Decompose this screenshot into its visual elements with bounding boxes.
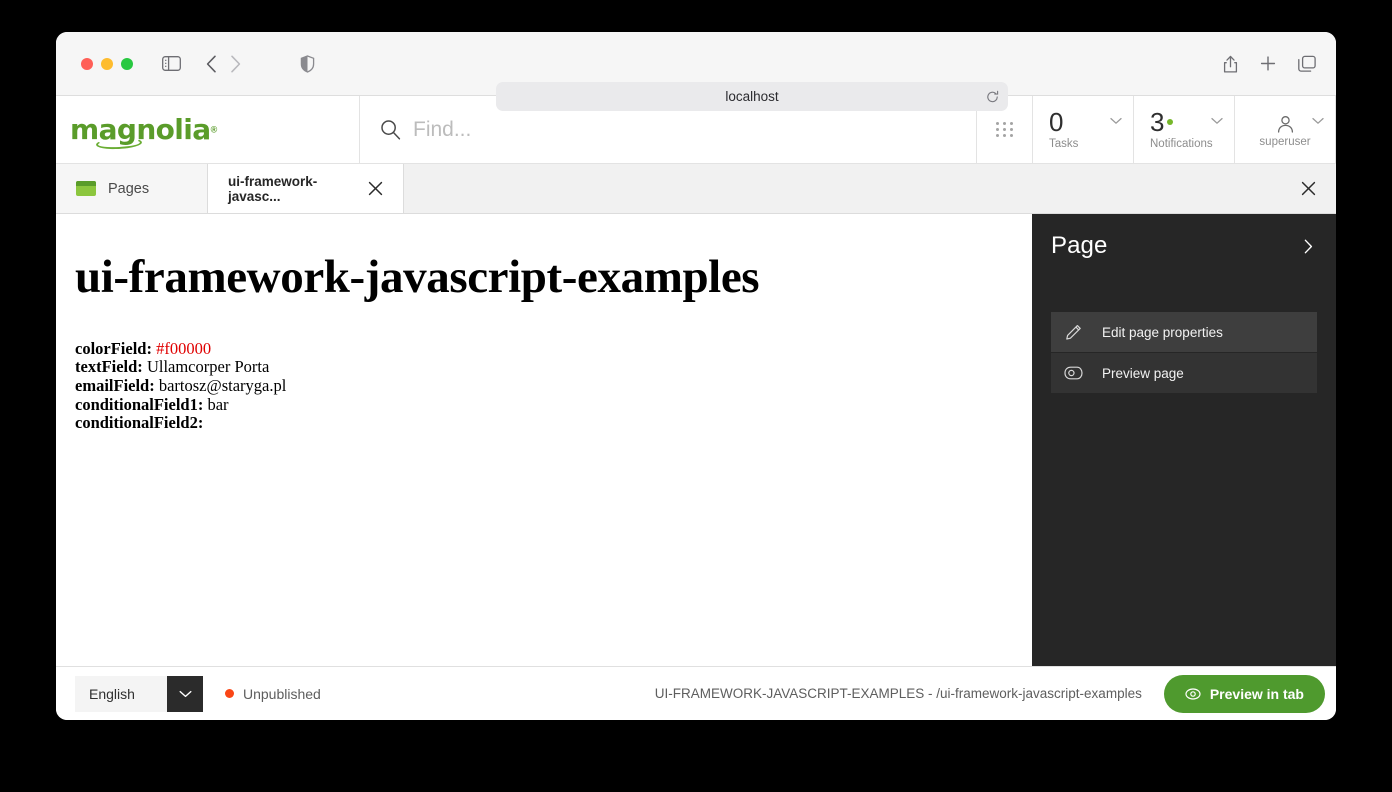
status-badge: Unpublished xyxy=(243,686,321,702)
page-actions-panel: Page Edit page properties xyxy=(1032,214,1336,666)
field-row: textField: Ullamcorper Porta xyxy=(75,358,1032,377)
edit-page-properties-label: Edit page properties xyxy=(1102,325,1223,340)
field-label: conditionalField2: xyxy=(75,413,203,432)
back-arrow-icon[interactable] xyxy=(206,55,217,73)
notifications-label: Notifications xyxy=(1150,138,1234,150)
field-value: #f00000 xyxy=(156,339,211,358)
search-icon xyxy=(380,119,401,140)
zoom-window-button[interactable] xyxy=(121,58,133,70)
status-footer: English Unpublished UI-FRAMEWORK-JAVASCR… xyxy=(56,666,1336,720)
search-placeholder: Find... xyxy=(413,118,471,142)
apps-grid-icon xyxy=(996,122,1014,138)
field-value: Ullamcorper Porta xyxy=(147,357,269,376)
browser-toolbar: localhost xyxy=(56,32,1336,96)
page-title: ui-framework-javascript-examples xyxy=(75,252,1032,304)
chevron-down-icon[interactable] xyxy=(1110,112,1122,130)
url-text: localhost xyxy=(725,89,778,104)
tab-pages-label: Pages xyxy=(108,181,149,197)
status-dot-icon xyxy=(225,689,234,698)
user-label: superuser xyxy=(1259,136,1310,148)
eye-icon xyxy=(1063,366,1083,380)
breadcrumb: UI-FRAMEWORK-JAVASCRIPT-EXAMPLES - /ui-f… xyxy=(655,686,1142,701)
field-value: bartosz@staryga.pl xyxy=(159,376,286,395)
tab-pages[interactable]: Pages xyxy=(56,164,208,213)
tasks-widget[interactable]: 0 Tasks xyxy=(1033,96,1134,163)
tasks-label: Tasks xyxy=(1049,138,1133,150)
close-window-button[interactable] xyxy=(81,58,93,70)
browser-actions xyxy=(1223,54,1316,73)
preview-page-button[interactable]: Preview page xyxy=(1051,353,1317,393)
browser-window: localhost xyxy=(56,32,1336,720)
preview-page-label: Preview page xyxy=(1102,366,1184,381)
field-label: textField: xyxy=(75,357,143,376)
field-value: bar xyxy=(207,395,228,414)
chevron-down-icon[interactable] xyxy=(167,676,203,712)
tab-overview-icon[interactable] xyxy=(1298,55,1316,72)
navigation-buttons[interactable] xyxy=(206,55,241,73)
preview-in-tab-button[interactable]: Preview in tab xyxy=(1164,675,1325,713)
publication-status: Unpublished xyxy=(225,686,321,702)
chevron-down-icon[interactable] xyxy=(1211,112,1223,130)
panel-action-list: Edit page properties Preview page xyxy=(1051,312,1317,393)
field-row: conditionalField1: bar xyxy=(75,396,1032,415)
field-row: colorField: #f00000 xyxy=(75,340,1032,359)
field-label: conditionalField1: xyxy=(75,395,203,414)
window-controls[interactable] xyxy=(81,58,133,70)
tab-strip-spacer xyxy=(404,164,1280,213)
close-icon[interactable] xyxy=(368,181,383,196)
eye-icon xyxy=(1185,688,1201,700)
logo-wrap: magnolia® xyxy=(70,116,217,144)
forward-arrow-icon[interactable] xyxy=(230,55,241,73)
plus-icon[interactable] xyxy=(1260,56,1276,72)
chevron-right-icon[interactable] xyxy=(1304,239,1317,254)
tab-strip: Pages ui-framework-javasc... xyxy=(56,164,1336,214)
footer-right: UI-FRAMEWORK-JAVASCRIPT-EXAMPLES - /ui-f… xyxy=(655,675,1325,713)
tab-active-label: ui-framework-javasc... xyxy=(228,174,356,204)
close-app-icon[interactable] xyxy=(1280,164,1336,213)
language-selector[interactable]: English xyxy=(75,676,203,712)
main-body: ui-framework-javascript-examples colorFi… xyxy=(56,214,1336,666)
notifications-count: 3 xyxy=(1150,107,1164,137)
privacy-shield-icon[interactable] xyxy=(300,55,315,73)
person-icon xyxy=(1276,115,1295,134)
field-label: colorField: xyxy=(75,339,152,358)
panel-header: Page xyxy=(1051,232,1317,260)
field-label: emailField: xyxy=(75,376,155,395)
address-bar[interactable]: localhost xyxy=(496,82,1008,111)
field-row: emailField: bartosz@staryga.pl xyxy=(75,377,1032,396)
notification-badge-icon xyxy=(1167,119,1173,125)
panel-title: Page xyxy=(1051,232,1107,260)
page-fields-list: colorField: #f00000 textField: Ullamcorp… xyxy=(75,340,1032,433)
field-row: conditionalField2: xyxy=(75,414,1032,433)
edit-page-properties-button[interactable]: Edit page properties xyxy=(1051,312,1317,352)
pages-icon xyxy=(76,181,96,196)
tab-ui-framework-javascript-examples[interactable]: ui-framework-javasc... xyxy=(208,164,404,213)
preview-in-tab-label: Preview in tab xyxy=(1210,686,1304,702)
notifications-widget[interactable]: 3 Notifications xyxy=(1134,96,1235,163)
sidebar-icon[interactable] xyxy=(162,56,181,71)
chevron-down-icon[interactable] xyxy=(1312,112,1324,130)
share-icon[interactable] xyxy=(1223,54,1238,73)
page-preview-canvas[interactable]: ui-framework-javascript-examples colorFi… xyxy=(56,214,1032,666)
apps-launcher-button[interactable] xyxy=(977,96,1033,163)
pencil-icon xyxy=(1063,324,1083,341)
logo-registered-mark: ® xyxy=(211,124,218,134)
user-widget[interactable]: superuser xyxy=(1235,96,1336,163)
language-value: English xyxy=(75,676,167,712)
minimize-window-button[interactable] xyxy=(101,58,113,70)
magnolia-logo[interactable]: magnolia® xyxy=(56,96,360,163)
